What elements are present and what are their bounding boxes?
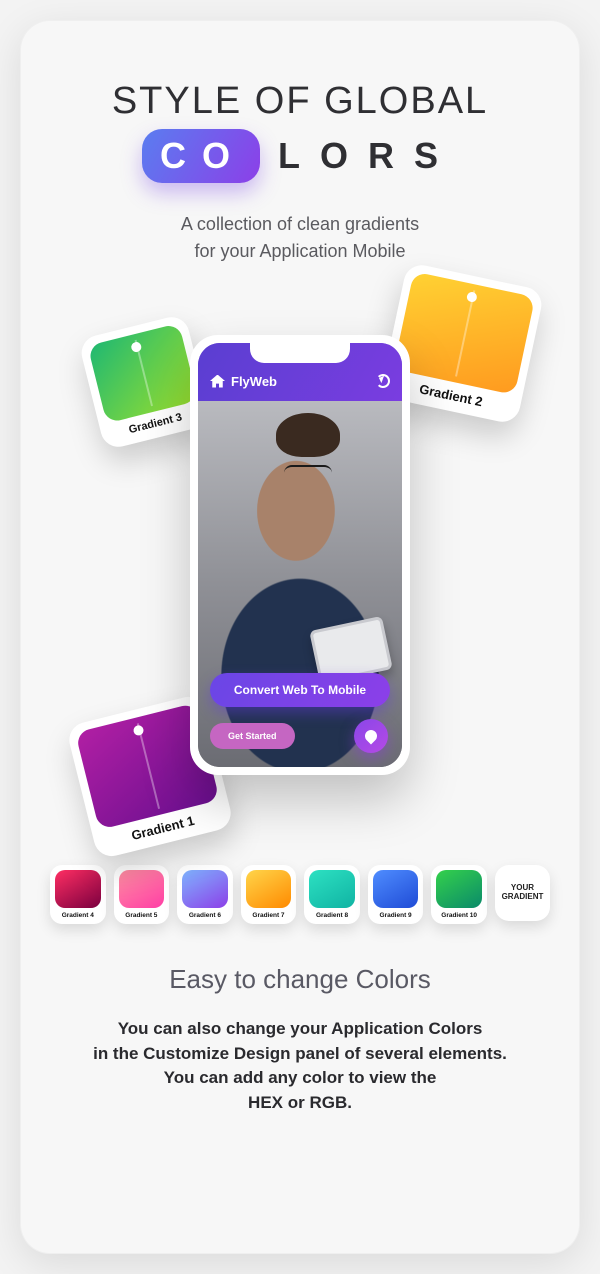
section-body-l4: HEX or RGB. xyxy=(248,1093,352,1112)
page-title-line1: STYLE OF GLOBAL xyxy=(50,80,550,123)
cta-convert-button[interactable]: Convert Web To Mobile xyxy=(210,673,390,707)
swatch-icon xyxy=(436,870,482,908)
fab-edit-button[interactable] xyxy=(354,719,388,753)
swatch-icon xyxy=(246,870,292,908)
swatch-card-g7[interactable]: Gradient 7 xyxy=(241,865,297,924)
swatch-icon xyxy=(88,323,199,423)
swatch-icon xyxy=(55,870,101,908)
subtitle-l2: for your Application Mobile xyxy=(194,241,405,261)
swatch-icon xyxy=(309,870,355,908)
swatch-label: Gradient 5 xyxy=(119,912,165,919)
swatch-icon xyxy=(182,870,228,908)
swatch-icon xyxy=(373,870,419,908)
swatch-card-g8[interactable]: Gradient 8 xyxy=(304,865,360,924)
swatch-card-g10[interactable]: Gradient 10 xyxy=(431,865,487,924)
swatch-card-g5[interactable]: Gradient 5 xyxy=(114,865,170,924)
swatch-card-g9[interactable]: Gradient 9 xyxy=(368,865,424,924)
swatch-card-g6[interactable]: Gradient 6 xyxy=(177,865,233,924)
page-subtitle: A collection of clean gradients for your… xyxy=(50,211,550,265)
section-title: Easy to change Colors xyxy=(50,964,550,995)
section-body: You can also change your Application Col… xyxy=(50,1017,550,1116)
title-pill: CO xyxy=(142,129,260,183)
swatch-label: Gradient 9 xyxy=(373,912,419,919)
swatch-label: Gradient 7 xyxy=(246,912,292,919)
title-rest: LORS xyxy=(278,135,458,177)
swatch-label: Gradient 10 xyxy=(436,912,482,919)
page: STYLE OF GLOBAL CO LORS A collection of … xyxy=(20,20,580,1254)
phone-screen: FlyWeb Convert Web To Mobile Get Started xyxy=(198,343,402,767)
home-icon xyxy=(210,375,225,388)
phone-mockup: FlyWeb Convert Web To Mobile Get Started xyxy=(190,335,410,775)
section-body-l1: You can also change your Application Col… xyxy=(118,1019,483,1038)
app-title: FlyWeb xyxy=(210,374,277,389)
hero-area: Gradient 3 Gradient 2 Gradient 1 FlyWeb xyxy=(50,295,550,855)
swatch-card-your-gradient[interactable]: YOUR GRADIENT xyxy=(495,865,550,921)
swatch-label: Gradient 8 xyxy=(309,912,355,919)
subtitle-l1: A collection of clean gradients xyxy=(181,214,419,234)
phone-notch xyxy=(250,343,350,363)
swatch-icon xyxy=(119,870,165,908)
swatch-label: Gradient 4 xyxy=(55,912,101,919)
cta-get-started-button[interactable]: Get Started xyxy=(210,723,295,749)
section-body-l2: in the Customize Design panel of several… xyxy=(93,1044,507,1063)
app-name: FlyWeb xyxy=(231,374,277,389)
section-body-l3: You can add any color to view the xyxy=(164,1068,437,1087)
page-title-line2: CO LORS xyxy=(50,129,550,183)
reload-icon[interactable] xyxy=(376,374,390,388)
swatch-icon xyxy=(393,271,535,395)
swatch-card-g4[interactable]: Gradient 4 xyxy=(50,865,106,924)
swatch-label: Gradient 6 xyxy=(182,912,228,919)
gradient-row: Gradient 4 Gradient 5 Gradient 6 Gradien… xyxy=(50,865,550,924)
hero-photo xyxy=(198,401,402,767)
